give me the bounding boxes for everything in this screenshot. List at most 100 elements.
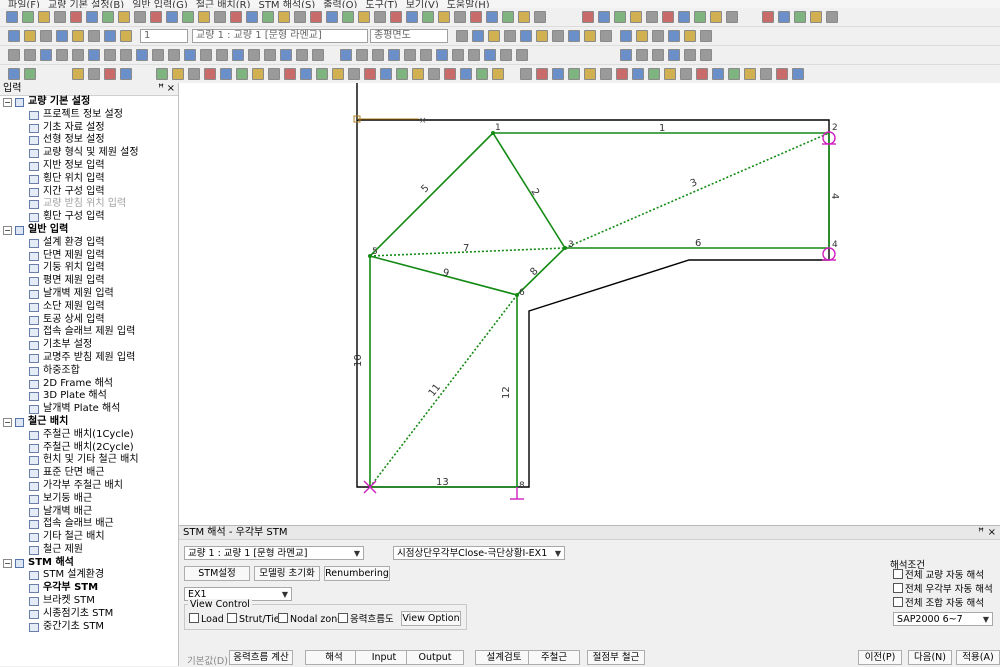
view-option-button[interactable]: View Option — [401, 611, 461, 626]
toolbar-tool-icon[interactable] — [184, 49, 196, 61]
toolbar-tool-icon[interactable] — [388, 49, 400, 61]
toolbar-tool-icon[interactable] — [484, 49, 496, 61]
close-icon[interactable]: × — [988, 526, 996, 540]
toolbar-tool-icon[interactable] — [552, 68, 564, 80]
toolbar-tool-icon[interactable] — [246, 11, 258, 23]
toolbar-tool-icon[interactable] — [534, 11, 546, 23]
toolbar-tool-icon[interactable] — [294, 11, 306, 23]
toolbar-tool-icon[interactable] — [646, 11, 658, 23]
toolbar-tool-icon[interactable] — [396, 68, 408, 80]
toolbar-tool-icon[interactable] — [102, 11, 114, 23]
load-case-combo[interactable]: 시점상단우각부Close-극단상황Ⅰ-EX1 ▼ — [393, 546, 565, 560]
toolbar-tool-icon[interactable] — [452, 49, 464, 61]
model-init-button[interactable]: 모델링 초기화 — [254, 566, 320, 581]
toolbar-tool-icon[interactable] — [600, 30, 612, 42]
toolbar-tool-icon[interactable] — [24, 68, 36, 80]
input-button[interactable]: Input — [355, 650, 413, 665]
tree-item[interactable]: 3D Plate 해석 — [0, 390, 178, 403]
toolbar-tool-icon[interactable] — [278, 11, 290, 23]
toolbar-tool-icon[interactable] — [204, 68, 216, 80]
toolbar-tool-icon[interactable] — [72, 30, 84, 42]
toolbar-tool-icon[interactable] — [356, 49, 368, 61]
renumbering-button[interactable]: Renumbering — [324, 566, 390, 581]
toolbar-tool-icon[interactable] — [358, 11, 370, 23]
toolbar-tool-icon[interactable] — [444, 68, 456, 80]
bridge-select-combo[interactable]: 교량 1 : 교량 1 [문형 라멘교] — [192, 29, 368, 43]
toolbar-tool-icon[interactable] — [332, 68, 344, 80]
toolbar-tool-icon[interactable] — [168, 49, 180, 61]
toolbar-tool-icon[interactable] — [56, 30, 68, 42]
toolbar-tool-icon[interactable] — [728, 68, 740, 80]
checkbox-box[interactable] — [189, 613, 199, 623]
tree-item[interactable]: 소단 제원 입력 — [0, 301, 178, 314]
toolbar-tool-icon[interactable] — [22, 11, 34, 23]
toolbar-tool-icon[interactable] — [614, 11, 626, 23]
toolbar-tool-icon[interactable] — [684, 30, 696, 42]
toolbar-tool-icon[interactable] — [86, 11, 98, 23]
toolbar-tool-icon[interactable] — [700, 49, 712, 61]
tree-item[interactable]: 단면 제원 입력 — [0, 250, 178, 263]
toolbar-tool-icon[interactable] — [172, 68, 184, 80]
checkbox-box[interactable] — [338, 613, 348, 623]
checkbox-box[interactable] — [893, 583, 903, 593]
toolbar-tool-icon[interactable] — [778, 11, 790, 23]
toolbar-tool-icon[interactable] — [88, 68, 100, 80]
toolbar-tool-icon[interactable] — [760, 68, 772, 80]
toolbar-tool-icon[interactable] — [88, 30, 100, 42]
tree-item[interactable]: 교명주 받침 제원 입력 — [0, 352, 178, 365]
pin-icon[interactable]: ꟸ — [158, 83, 164, 95]
toolbar-tool-icon[interactable] — [120, 30, 132, 42]
toolbar-tool-icon[interactable] — [520, 68, 532, 80]
toolbar-tool-icon[interactable] — [300, 68, 312, 80]
tree-item[interactable]: 우각부 STM — [0, 582, 178, 595]
toolbar-tool-icon[interactable] — [380, 68, 392, 80]
auto-corner-checkbox[interactable]: 전체 우각부 자동 해석 — [893, 583, 993, 596]
design-check-button[interactable]: 설계검토 — [475, 650, 533, 665]
toolbar-tool-icon[interactable] — [374, 11, 386, 23]
toolbar-tool-icon[interactable] — [326, 11, 338, 23]
toolbar-tool-icon[interactable] — [712, 68, 724, 80]
toolbar-tool-icon[interactable] — [232, 49, 244, 61]
solver-combo[interactable]: SAP2000 6~7 ▼ — [893, 612, 993, 626]
toolbar-tool-icon[interactable] — [488, 30, 500, 42]
toolbar-tool-icon[interactable] — [412, 68, 424, 80]
toolbar-tool-icon[interactable] — [24, 49, 36, 61]
toolbar-tool-icon[interactable] — [696, 68, 708, 80]
apply-button[interactable]: 적용(A) — [956, 650, 1000, 665]
toolbar-tool-icon[interactable] — [40, 30, 52, 42]
toolbar-tool-icon[interactable] — [652, 49, 664, 61]
toolbar-tool-icon[interactable] — [230, 11, 242, 23]
stress-calc-button[interactable]: 응력흐름 계산 — [229, 650, 293, 665]
tree-item[interactable]: 가각부 주철근 배치 — [0, 480, 178, 493]
toolbar-tool-icon[interactable] — [284, 68, 296, 80]
toolbar-tool-icon[interactable] — [504, 30, 516, 42]
toolbar-tool-icon[interactable] — [24, 30, 36, 42]
toolbar-tool-icon[interactable] — [8, 49, 20, 61]
toolbar-tool-icon[interactable] — [70, 11, 82, 23]
toolbar-tool-icon[interactable] — [662, 11, 674, 23]
stm-model-svg[interactable]: × 1 2 3 4 5 6 8 1 2 3 4 5 6 7 8 9 10 11 … — [179, 83, 1000, 525]
tree-item[interactable]: 2D Frame 해석 — [0, 378, 178, 391]
toolbar-tool-icon[interactable] — [518, 11, 530, 23]
toolbar-tool-icon[interactable] — [8, 68, 20, 80]
checkbox-box[interactable] — [893, 597, 903, 607]
toolbar-tool-icon[interactable] — [470, 11, 482, 23]
tree-item[interactable]: 교량 받침 위치 입력 — [0, 198, 178, 211]
tree-item[interactable]: STM 설계환경 — [0, 569, 178, 582]
tree-item[interactable]: 기타 철근 배치 — [0, 531, 178, 544]
toolbar-tool-icon[interactable] — [584, 30, 596, 42]
tree-group[interactable]: − STM 해석 — [0, 557, 178, 570]
toolbar-tool-icon[interactable] — [198, 11, 210, 23]
main-rebar-button[interactable]: 주철근 — [528, 650, 580, 665]
pin-icon[interactable]: ꟸ — [978, 526, 984, 540]
toolbar-tool-icon[interactable] — [312, 49, 324, 61]
bridge-combo[interactable]: 교량 1 : 교량 1 [문형 라멘교] ▼ — [184, 546, 364, 560]
toolbar-tool-icon[interactable] — [584, 68, 596, 80]
collapse-toggle-icon[interactable]: − — [3, 417, 12, 427]
tree-item[interactable]: 헌치 및 기타 철근 배치 — [0, 454, 178, 467]
toolbar-tool-icon[interactable] — [200, 49, 212, 61]
toolbar-tool-icon[interactable] — [826, 11, 838, 23]
toolbar-tool-icon[interactable] — [438, 11, 450, 23]
toolbar-tool-icon[interactable] — [252, 68, 264, 80]
strut-tie-members[interactable] — [369, 132, 830, 488]
